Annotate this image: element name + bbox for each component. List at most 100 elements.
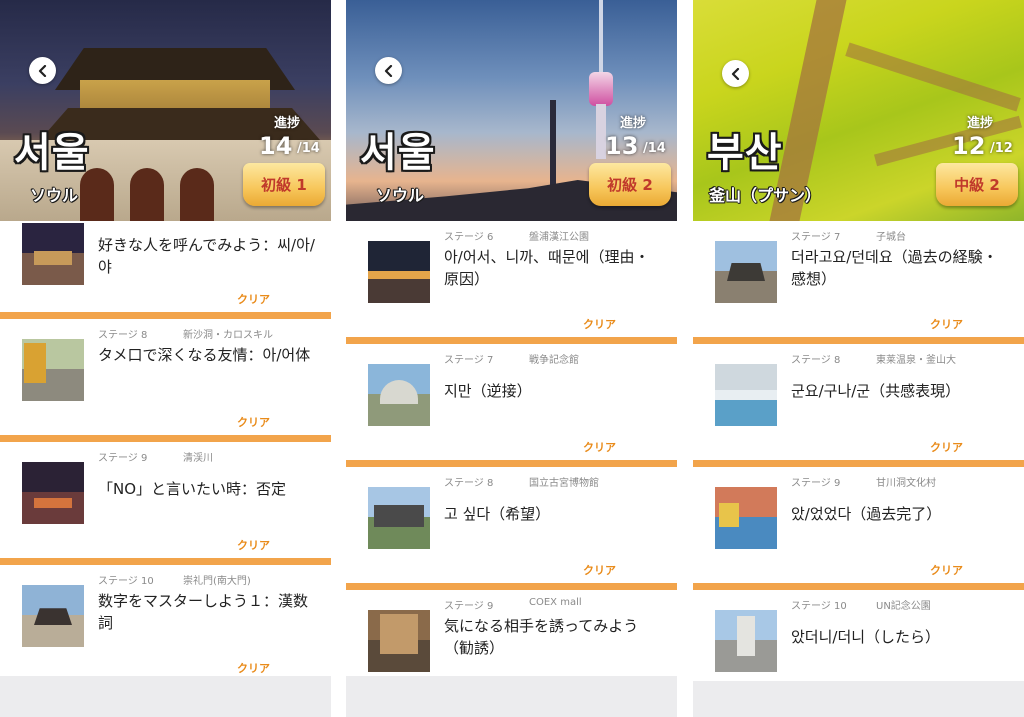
stage-list-item[interactable]: ステージ 8 東莱温泉・釜山大 군요/구나/군（共感表現） クリア — [693, 344, 1024, 467]
chevron-left-icon — [384, 64, 392, 77]
progress-label: 進捗 — [620, 116, 647, 131]
stage-title: 数字をマスターしよう１：漢数詞 — [98, 592, 309, 632]
progress-label: 進捗 — [967, 116, 994, 131]
stage-place: 新沙洞・カロスキル — [183, 330, 273, 341]
stage-place: 崇礼門(南大門) — [183, 576, 251, 587]
list-end-area — [0, 676, 331, 717]
stage-number: ステージ 8 — [444, 478, 494, 489]
thumb-object — [380, 614, 418, 654]
stage-list-item[interactable]: 好きな人を呼んでみよう：씨/아/야 クリア — [0, 221, 331, 319]
stage-list-item[interactable]: ステージ 8 新沙洞・カロスキル タメ口で深くなる友情：아/어体 クリア — [0, 319, 331, 442]
status-label: クリア — [237, 662, 270, 675]
stage-list: 好きな人を呼んでみよう：씨/아/야 クリア ステージ 8 新沙洞・カロスキル タ… — [0, 221, 331, 688]
course-panel-busan-intermediate-2: 부산 釜山（プサン） 進捗 12 /12 中級 2 ステージ 7 子城台 더라고… — [693, 0, 1024, 717]
gate-arch — [130, 168, 164, 221]
city-subtitle: 釜山（プサン） — [709, 186, 822, 205]
list-end-area — [693, 681, 1024, 717]
stage-thumbnail — [22, 223, 84, 285]
stage-place: 戦争記念館 — [529, 355, 579, 366]
stage-thumbnail — [715, 610, 777, 672]
stage-title: 더라고요/던데요（過去の経験・感想） — [791, 248, 998, 288]
city-subtitle: ソウル — [376, 186, 425, 205]
stage-place: 清渓川 — [183, 453, 213, 464]
stage-place: 甘川洞文化村 — [876, 478, 936, 489]
stage-title: 았더니/더니（したら） — [791, 628, 941, 646]
stage-number: ステージ 8 — [791, 355, 841, 366]
progress-total: /14 — [643, 141, 666, 156]
back-button[interactable] — [375, 57, 402, 84]
stage-thumbnail — [368, 487, 430, 549]
chevron-left-icon — [38, 64, 46, 77]
stage-list-item[interactable]: ステージ 7 戦争記念館 지만（逆接） クリア — [346, 344, 677, 467]
stage-place: 盤浦漢江公園 — [529, 232, 589, 243]
stage-number: ステージ 6 — [444, 232, 494, 243]
tower-head-shape — [589, 72, 613, 106]
city-name: 서울 — [360, 130, 436, 176]
course-panel-seoul-beginner-1: 서울 ソウル 進捗 14 /14 初級 1 好きな人を呼んでみよう：씨/아/야 … — [0, 0, 331, 717]
stage-thumbnail — [715, 364, 777, 426]
stage-title: 았/었었다（過去完了） — [791, 505, 942, 523]
stage-thumbnail — [368, 241, 430, 303]
stage-list-item[interactable]: ステージ 8 国立古宮博物館 고 싶다（希望） クリア — [346, 467, 677, 590]
thumb-object — [34, 251, 72, 265]
stage-list-item[interactable]: ステージ 9 甘川洞文化村 았/었었다（過去完了） クリア — [693, 467, 1024, 590]
stage-title: 지만（逆接） — [444, 382, 532, 400]
stage-list: ステージ 7 子城台 더라고요/던데요（過去の経験・感想） クリア ステージ 8… — [693, 221, 1024, 676]
thumb-object — [719, 503, 739, 527]
hero-banner: 서울 ソウル 進捗 14 /14 初級 1 — [0, 0, 331, 221]
stage-title: 군요/구나/군（共感表現） — [791, 382, 961, 400]
field-path-shape — [845, 42, 1021, 112]
gate-arch — [180, 168, 214, 221]
progress-current: 12 — [952, 132, 986, 160]
back-button[interactable] — [722, 60, 749, 87]
level-badge[interactable]: 初級 1 — [243, 163, 325, 206]
stage-title: タメ口で深くなる友情：아/어体 — [98, 346, 311, 364]
stage-place: 国立古宮博物館 — [529, 478, 599, 489]
stage-list-item[interactable]: ステージ 7 子城台 더라고요/던데요（過去の経験・感想） クリア — [693, 221, 1024, 344]
progress-total: /14 — [297, 141, 320, 156]
status-label: クリア — [930, 318, 963, 331]
stage-title: 気になる相手を誘ってみよう（勧誘） — [444, 617, 639, 657]
status-label: クリア — [930, 441, 963, 454]
stage-title: 好きな人を呼んでみよう：씨/아/야 — [98, 236, 315, 276]
back-button[interactable] — [29, 57, 56, 84]
stage-thumbnail — [22, 462, 84, 524]
stage-list-item[interactable]: ステージ 10 崇礼門(南大門) 数字をマスターしよう１：漢数詞 クリア — [0, 565, 331, 688]
stage-number: ステージ 10 — [98, 576, 154, 587]
progress-label: 進捗 — [274, 116, 301, 131]
stage-title: 「NO」と言いたい時：否定 — [98, 480, 287, 498]
hero-banner: 부산 釜山（プサン） 進捗 12 /12 中級 2 — [693, 0, 1024, 221]
tower-needle-shape — [599, 0, 603, 80]
thumb-object — [34, 498, 72, 508]
stage-title: 고 싶다（希望） — [444, 505, 551, 523]
level-badge[interactable]: 初級 2 — [589, 163, 671, 206]
hero-banner: 서울 ソウル 進捗 13 /14 初級 2 — [346, 0, 677, 221]
stage-list-item[interactable]: ステージ 6 盤浦漢江公園 아/어서、니까、때문에（理由・原因） クリア — [346, 221, 677, 344]
stage-place: 子城台 — [876, 232, 906, 243]
progress-current: 14 — [259, 132, 293, 160]
list-end-area — [346, 676, 677, 717]
level-badge[interactable]: 中級 2 — [936, 163, 1018, 206]
stage-thumbnail — [22, 339, 84, 401]
thumb-object — [737, 616, 755, 656]
city-name: 부산 — [707, 130, 783, 176]
status-label: クリア — [237, 539, 270, 552]
stage-number: ステージ 7 — [444, 355, 494, 366]
chevron-left-icon — [731, 67, 739, 80]
status-label: クリア — [237, 293, 270, 306]
status-label: クリア — [583, 318, 616, 331]
thumb-sky — [22, 223, 84, 253]
stage-number: ステージ 10 — [791, 601, 847, 612]
stage-list-item[interactable]: ステージ 10 UN記念公園 았더니/더니（したら） — [693, 590, 1024, 676]
stage-number: ステージ 9 — [444, 601, 494, 612]
city-name: 서울 — [14, 130, 90, 176]
stage-number: ステージ 9 — [98, 453, 148, 464]
thumb-object — [374, 505, 424, 527]
course-panel-seoul-beginner-2: 서울 ソウル 進捗 13 /14 初級 2 ステージ 6 盤浦漢江公園 아/어서… — [346, 0, 677, 717]
stage-list-item[interactable]: ステージ 9 COEX mall 気になる相手を誘ってみよう（勧誘） — [346, 590, 677, 676]
stage-list-item[interactable]: ステージ 9 清渓川 「NO」と言いたい時：否定 クリア — [0, 442, 331, 565]
stage-list: ステージ 6 盤浦漢江公園 아/어서、니까、때문에（理由・原因） クリア ステー… — [346, 221, 677, 676]
thumb-sky — [22, 462, 84, 492]
antenna-mast-shape — [550, 100, 556, 195]
stage-thumbnail — [368, 610, 430, 672]
